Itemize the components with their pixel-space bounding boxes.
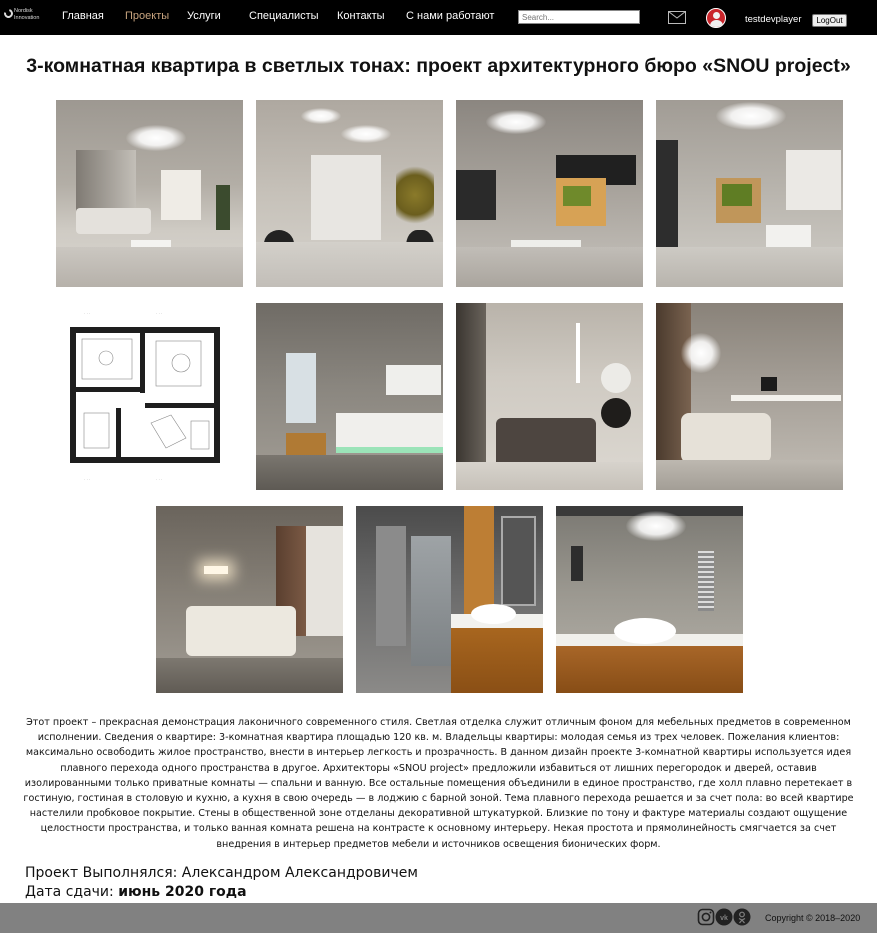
brand-logo[interactable]: Nordisk Innovation	[2, 6, 44, 28]
nav-item-partners[interactable]: С нами работают	[406, 10, 494, 22]
page-title: 3-комнатная квартира в светлых тонах: пр…	[26, 55, 851, 77]
gallery-photo-floor-plan[interactable]: · · · · · · · · · · · ·	[56, 303, 243, 490]
gallery-photo-living-room-wide[interactable]	[656, 100, 843, 287]
mail-icon[interactable]	[668, 11, 686, 24]
gallery-photo-bedroom-tv[interactable]	[656, 303, 843, 490]
nav-item-specialists[interactable]: Специалисты	[249, 10, 319, 22]
gallery-photo-bathroom-sink[interactable]	[556, 506, 743, 693]
odnoklassniki-icon[interactable]	[733, 908, 751, 926]
gallery-photo-hallway[interactable]	[256, 100, 443, 287]
vk-icon[interactable]: vk	[715, 908, 733, 926]
project-description: Этот проект – прекрасная демонстрация ла…	[23, 717, 854, 850]
nav-item-contacts[interactable]: Контакты	[337, 10, 385, 22]
completion-date: Дата сдачи: июнь 2020 года	[25, 884, 247, 900]
copyright-text: Copyright © 2018–2020	[765, 913, 861, 923]
svg-text:· · ·: · · ·	[84, 477, 90, 482]
brand-name-line2: Innovation	[14, 15, 40, 21]
nav-item-home[interactable]: Главная	[62, 10, 104, 22]
gallery-photo-bathroom-shower[interactable]	[356, 506, 543, 693]
project-credit: Проект Выполнялся: Александром Александр…	[25, 865, 418, 881]
completion-date-label: Дата сдачи:	[25, 884, 114, 900]
gallery-photo-bedroom[interactable]	[156, 506, 343, 693]
completion-date-value: июнь 2020 года	[118, 884, 247, 900]
search-input[interactable]	[518, 10, 640, 24]
brand-name-line1: Nordisk	[14, 8, 33, 14]
nav-item-projects[interactable]: Проекты	[125, 10, 169, 22]
gallery-photo-kitchen[interactable]	[256, 303, 443, 490]
logout-button[interactable]: LogOut	[812, 14, 847, 27]
instagram-icon[interactable]	[697, 908, 715, 926]
footer: vk Copyright © 2018–2020	[0, 903, 877, 933]
gallery-photo-living-room-tv[interactable]	[456, 100, 643, 287]
top-navbar: Nordisk Innovation Главная Проекты Услуг…	[0, 0, 877, 35]
svg-text:· · ·: · · ·	[84, 311, 90, 316]
svg-text:vk: vk	[720, 915, 728, 922]
nav-item-services[interactable]: Услуги	[187, 10, 221, 22]
user-avatar[interactable]	[706, 8, 726, 28]
gallery-photo-bedroom-dark[interactable]	[456, 303, 643, 490]
svg-text:· · ·: · · ·	[156, 311, 162, 316]
svg-text:· · ·: · · ·	[156, 477, 162, 482]
gallery-photo-living-room[interactable]	[56, 100, 243, 287]
logo-icon	[2, 7, 15, 20]
username-label[interactable]: testdevplayer	[745, 14, 802, 25]
